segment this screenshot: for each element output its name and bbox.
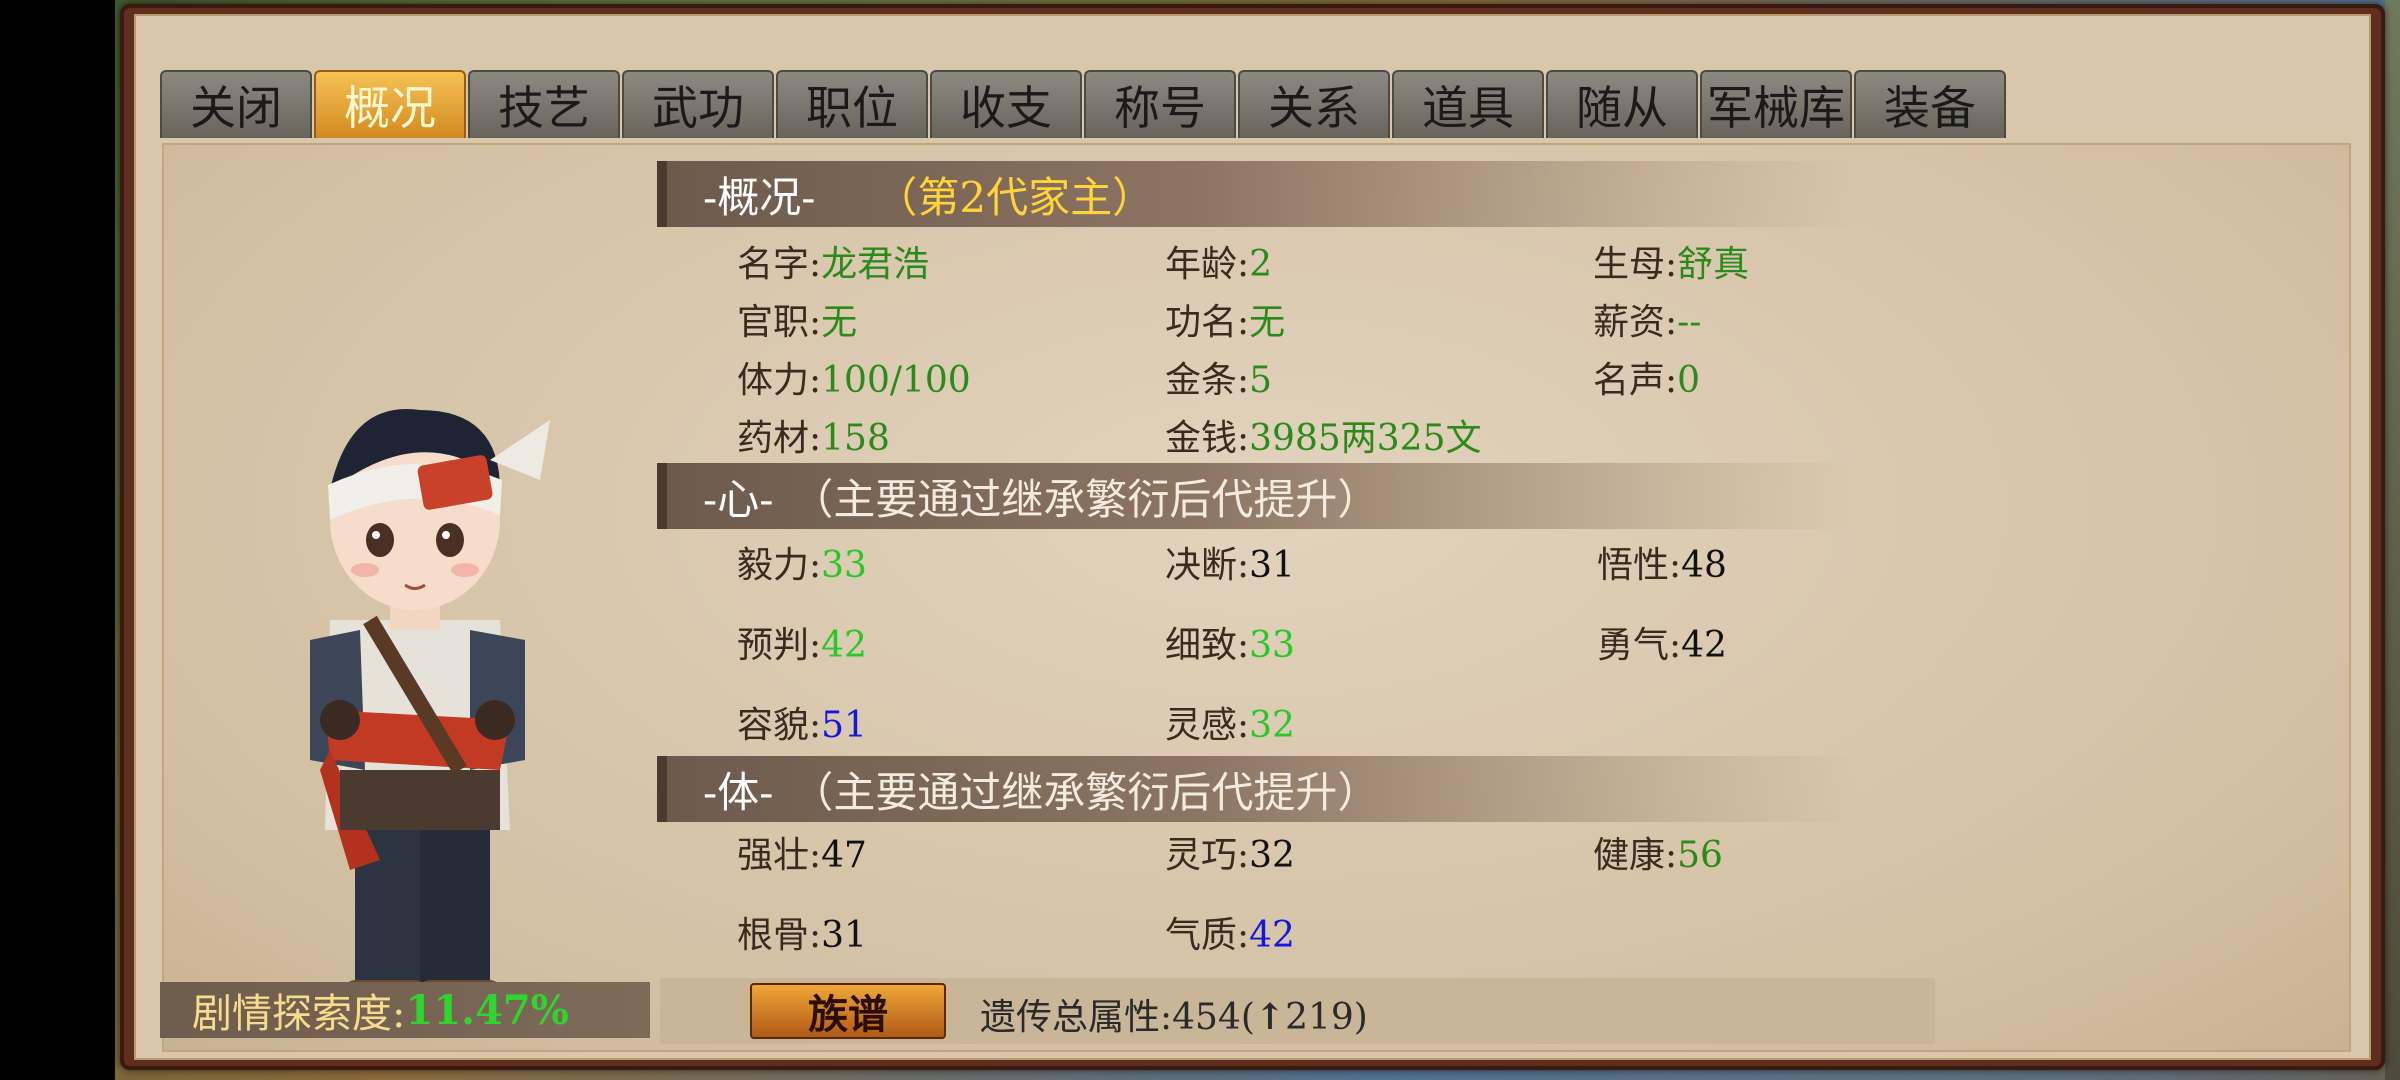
overview-title: -概况- (703, 172, 816, 222)
tab-overview[interactable]: 概况 (314, 70, 466, 138)
tab-followers[interactable]: 随从 (1546, 70, 1698, 138)
field-courage: 勇气:42 (1597, 625, 1727, 666)
tab-finance[interactable]: 收支 (930, 70, 1082, 138)
body-title: -体- (703, 767, 774, 817)
tab-close[interactable]: 关闭 (160, 70, 312, 138)
character-portrait (310, 409, 550, 1032)
genetic-gain: 219) (1285, 997, 1368, 1038)
genetic-label: 遗传总属性:454( (980, 997, 1255, 1038)
heart-title: -心- (703, 474, 774, 524)
right-edge-hud (2385, 0, 2400, 1080)
field-foresight: 预判:42 (737, 625, 867, 666)
field-appearance: 容貌:51 (737, 705, 867, 746)
body-subtitle: （主要通过继承繁衍后代提升） (791, 767, 1380, 817)
field-insight: 悟性:48 (1597, 545, 1727, 586)
tab-position[interactable]: 职位 (776, 70, 928, 138)
genetic-total: 遗传总属性:454(↑219) (980, 988, 1368, 1040)
body-header: -体- （主要通过继承繁衍后代提升） (657, 756, 1857, 822)
field-age: 年龄:2 (1165, 244, 1273, 285)
field-health: 健康:56 (1593, 835, 1723, 876)
field-name: 名字:龙君浩 (737, 244, 930, 285)
tab-armory[interactable]: 军械库 (1700, 70, 1852, 138)
generation-label: （第2代家主） (875, 172, 1155, 222)
overview-header: -概况- （第2代家主） (657, 161, 1857, 227)
up-arrow-icon: ↑ (1254, 996, 1286, 1038)
tab-skills[interactable]: 技艺 (468, 70, 620, 138)
field-office: 官职:无 (737, 302, 858, 343)
genealogy-button[interactable]: 族谱 (750, 983, 946, 1039)
story-exploration-bar: 剧情探索度: 11.47% (160, 982, 650, 1038)
field-fame: 名声:0 (1593, 360, 1701, 401)
field-merit: 功名:无 (1165, 302, 1286, 343)
field-stamina: 体力:100/100 (737, 360, 971, 401)
explore-label: 剧情探索度: (192, 991, 406, 1037)
tab-titles[interactable]: 称号 (1084, 70, 1236, 138)
field-meticulous: 细致:33 (1165, 625, 1295, 666)
heart-subtitle: （主要通过继承繁衍后代提升） (791, 474, 1380, 524)
field-strength: 强壮:47 (737, 835, 867, 876)
field-decisiveness: 决断:31 (1165, 545, 1295, 586)
field-gold-bars: 金条:5 (1165, 360, 1273, 401)
heart-header: -心- （主要通过继承繁衍后代提升） (657, 463, 1857, 529)
tab-relations[interactable]: 关系 (1238, 70, 1390, 138)
explore-percent: 11.47% (405, 986, 569, 1034)
field-inspiration: 灵感:32 (1165, 705, 1295, 746)
tab-items[interactable]: 道具 (1392, 70, 1544, 138)
field-bones: 根骨:31 (737, 915, 867, 956)
field-herbs: 药材:158 (737, 418, 890, 459)
field-mother: 生母:舒真 (1593, 244, 1750, 285)
tab-martial-arts[interactable]: 武功 (622, 70, 774, 138)
field-money: 金钱:3985两325文 (1165, 418, 1482, 459)
field-agility: 灵巧:32 (1165, 835, 1295, 876)
field-salary: 薪资:-- (1593, 302, 1702, 343)
field-temperament: 气质:42 (1165, 915, 1295, 956)
field-perseverance: 毅力:33 (737, 545, 867, 586)
tab-bar: 关闭 概况 技艺 武功 职位 收支 称号 关系 道具 随从 军械库 装备 (160, 70, 2008, 140)
tab-equipment[interactable]: 装备 (1854, 70, 2006, 138)
